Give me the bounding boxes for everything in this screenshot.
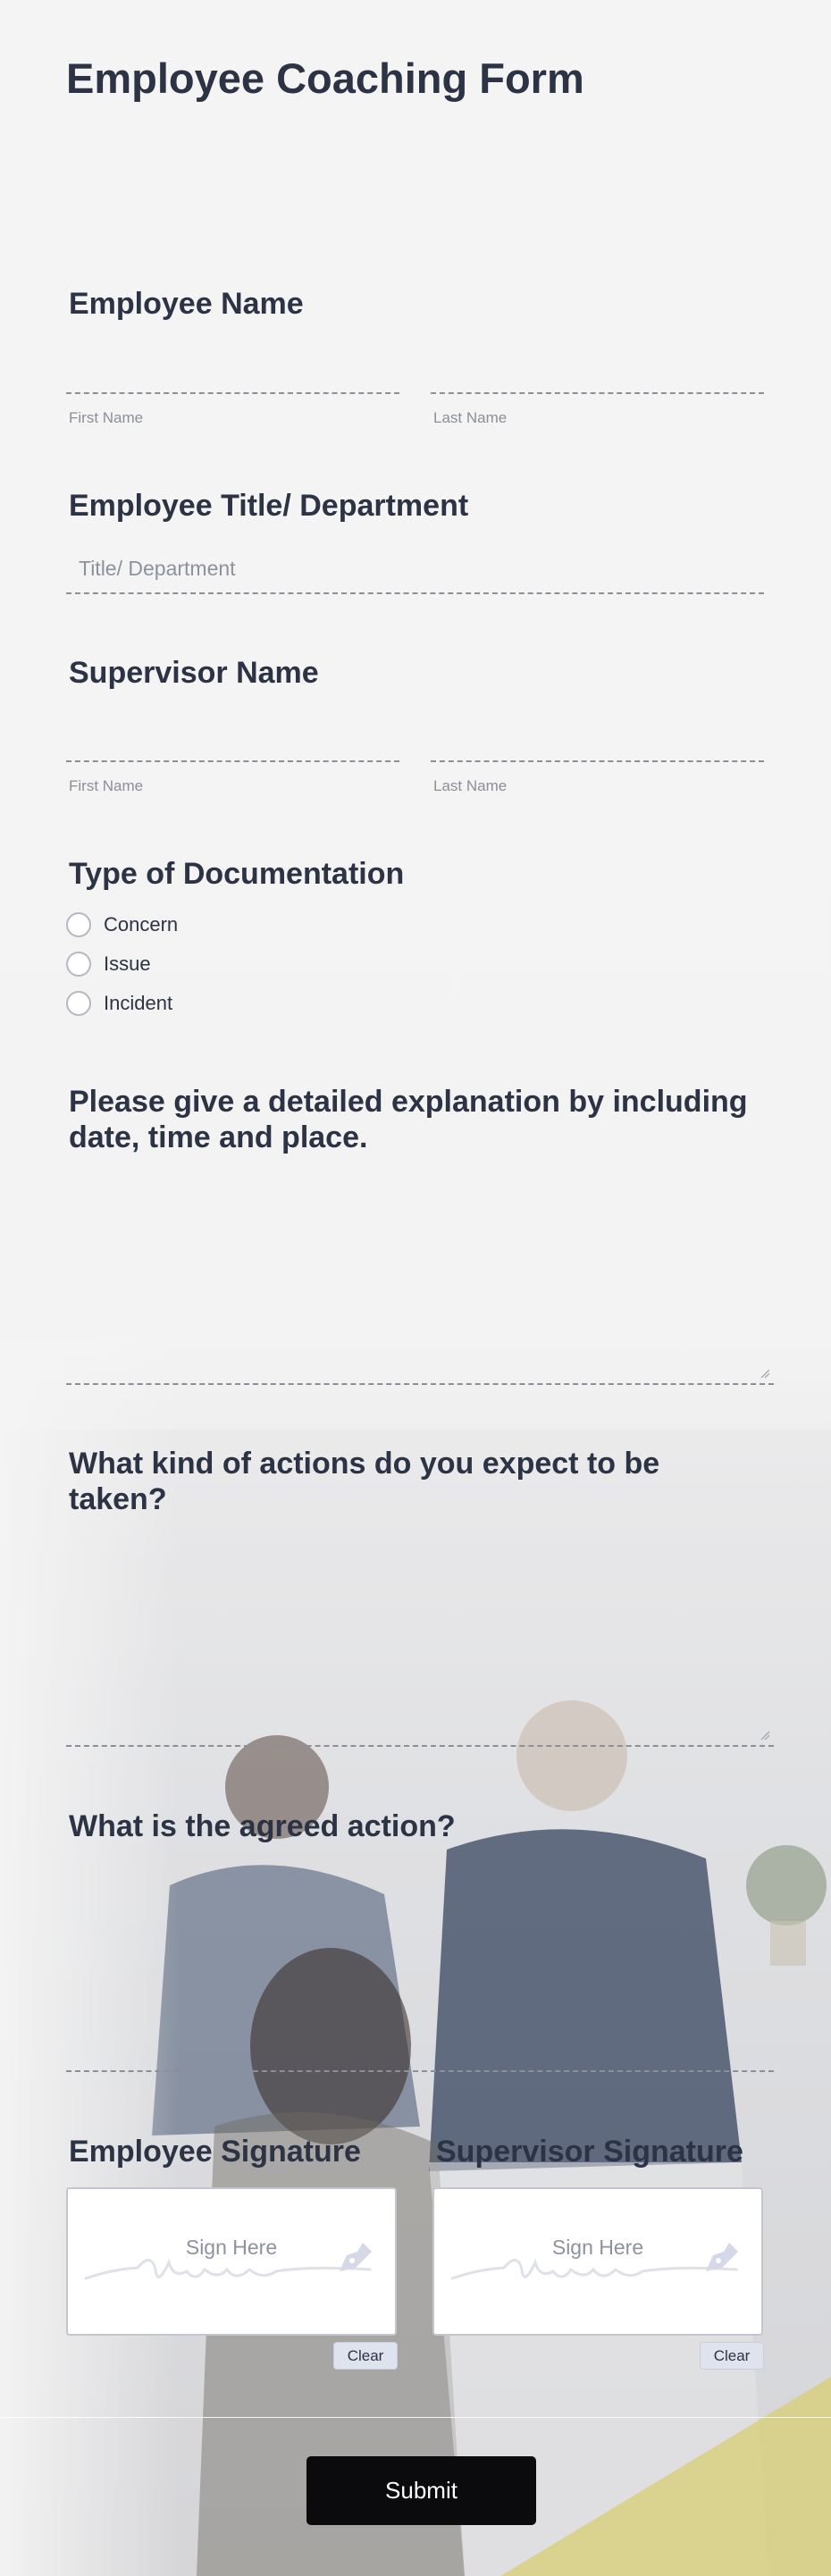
agreed-action-underline — [66, 2070, 774, 2072]
coaching-form: Employee Coaching Form Employee Name Fir… — [0, 0, 831, 2576]
form-title: Employee Coaching Form — [66, 55, 584, 102]
radio-button[interactable] — [66, 991, 91, 1016]
employee-first-name-input[interactable] — [66, 392, 399, 394]
resize-handle-icon[interactable] — [760, 1730, 770, 1741]
employee-signature-clear-button[interactable]: Clear — [333, 2342, 398, 2370]
radio-option-issue[interactable]: Issue — [66, 952, 151, 977]
radio-label: Issue — [104, 952, 151, 975]
supervisor-last-name-sublabel: Last Name — [433, 777, 508, 794]
explanation-label-line2: date, time and place. — [69, 1120, 368, 1154]
documentation-type-label: Type of Documentation — [69, 857, 405, 891]
radio-option-concern[interactable]: Concern — [66, 912, 178, 937]
explanation-label: Please give a detailed explanation by in… — [69, 1084, 748, 1155]
actions-expected-underline — [66, 1745, 774, 1747]
actions-expected-label: What kind of actions do you expect to be… — [69, 1446, 659, 1517]
supervisor-signature-pad[interactable]: Sign Here — [432, 2187, 763, 2336]
agreed-action-label: What is the agreed action? — [69, 1809, 456, 1843]
employee-title-label: Employee Title/ Department — [69, 489, 469, 523]
explanation-textarea[interactable] — [66, 1162, 774, 1383]
supervisor-signature-label: Supervisor Signature — [436, 2135, 743, 2169]
supervisor-first-name-input[interactable] — [66, 760, 399, 762]
explanation-label-line1: Please give a detailed explanation by in… — [69, 1085, 748, 1119]
employee-last-name-input[interactable] — [431, 392, 764, 394]
supervisor-name-label: Supervisor Name — [69, 656, 319, 690]
title-department-underline — [66, 592, 764, 594]
agreed-action-textarea[interactable] — [66, 1850, 774, 2071]
actions-expected-label-line1: What kind of actions do you expect to be — [69, 1447, 660, 1481]
supervisor-signature-clear-button[interactable]: Clear — [700, 2342, 764, 2370]
radio-label: Incident — [104, 992, 173, 1014]
employee-signature-pad[interactable]: Sign Here — [66, 2187, 397, 2336]
supervisor-first-name-sublabel: First Name — [69, 777, 144, 794]
actions-expected-label-line2: taken? — [69, 1482, 167, 1516]
submit-button[interactable]: Submit — [306, 2456, 536, 2525]
pen-nib-icon — [340, 2243, 372, 2271]
radio-button[interactable] — [66, 912, 91, 937]
radio-option-incident[interactable]: Incident — [66, 991, 172, 1016]
explanation-underline — [66, 1383, 774, 1385]
employee-signature-label: Employee Signature — [69, 2135, 361, 2169]
employee-name-label: Employee Name — [69, 287, 304, 321]
form-divider — [0, 2417, 831, 2418]
radio-button[interactable] — [66, 952, 91, 977]
employee-first-name-sublabel: First Name — [69, 409, 144, 426]
actions-expected-textarea[interactable] — [66, 1523, 774, 1745]
resize-handle-icon[interactable] — [760, 1368, 770, 1379]
radio-label: Concern — [104, 913, 179, 936]
title-department-input[interactable]: Title/ Department — [79, 557, 236, 581]
employee-last-name-sublabel: Last Name — [433, 409, 508, 426]
pen-nib-icon — [706, 2243, 738, 2271]
supervisor-last-name-input[interactable] — [431, 760, 764, 762]
